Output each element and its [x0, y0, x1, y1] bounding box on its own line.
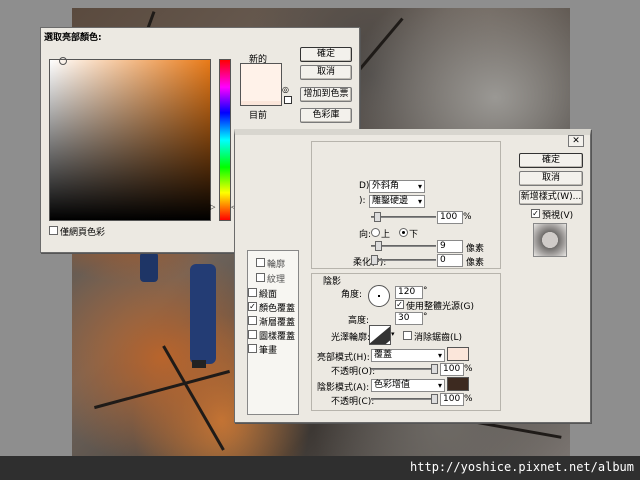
shadow-opacity-label: 不透明(C):: [331, 397, 375, 407]
highlight-opacity-label: 不透明(O):: [331, 367, 376, 377]
styles-item-label: 緞面: [259, 290, 278, 300]
size-field[interactable]: 9: [437, 240, 463, 253]
highlight-mode-select[interactable]: 覆蓋: [371, 349, 445, 362]
styles-item-label: 圖樣覆蓋: [259, 332, 296, 342]
color-field[interactable]: [49, 57, 211, 221]
style-select[interactable]: 外斜角: [369, 180, 425, 193]
style-preview-thumbnail: [533, 223, 567, 257]
direction-down-radio[interactable]: [399, 228, 408, 237]
color-libraries-button[interactable]: 色彩庫: [300, 108, 352, 123]
layer-style-cancel-button[interactable]: 取消: [519, 171, 583, 186]
anti-alias-checkbox[interactable]: [403, 331, 412, 340]
styles-item-label: 漸層覆蓋: [259, 318, 296, 328]
shadow-mode-select[interactable]: 色彩增值: [371, 379, 445, 392]
angle-label: 角度:: [341, 290, 363, 300]
styles-item-label: 紋理: [267, 275, 286, 285]
soften-label: 柔化(F):: [353, 258, 387, 268]
soften-field[interactable]: 0: [437, 254, 463, 267]
angle-dial[interactable]: [368, 285, 390, 307]
watermark-url: http://yoshice.pixnet.net/album: [410, 460, 634, 474]
soften-slider-thumb[interactable]: [371, 255, 378, 265]
shading-title: 陰影: [323, 277, 342, 287]
layer-style-ok-button[interactable]: 確定: [519, 153, 583, 168]
direction-up-label: 上: [381, 230, 391, 240]
direction-up-radio[interactable]: [371, 228, 380, 237]
soften-slider[interactable]: [371, 259, 436, 261]
global-light-checkbox[interactable]: ✓: [395, 300, 404, 309]
global-light-label: 使用整體光源(G): [406, 302, 474, 312]
altitude-label: 高度:: [348, 316, 370, 326]
web-safe-icon[interactable]: [284, 96, 292, 104]
color-picker-title: 選取亮部顏色:: [44, 33, 102, 43]
climber-legs: [140, 252, 158, 282]
gamut-warning-icon[interactable]: ◎: [282, 85, 289, 94]
new-style-button[interactable]: 新增樣式(W)...: [519, 190, 583, 205]
close-icon[interactable]: ✕: [568, 135, 584, 147]
angle-field[interactable]: 120: [395, 286, 423, 299]
styles-item-checkbox[interactable]: [256, 258, 265, 267]
technique-select[interactable]: 雕鑿硬邊: [369, 195, 425, 208]
web-only-label: 僅網頁色彩: [60, 228, 106, 238]
styles-item-checkbox[interactable]: [256, 273, 265, 282]
climber-body: [190, 264, 216, 364]
highlight-mode-label: 亮部模式(H):: [317, 353, 370, 363]
highlight-opacity-slider[interactable]: [371, 368, 436, 370]
add-to-swatches-button[interactable]: 增加到色票: [300, 87, 352, 102]
picker-ok-button[interactable]: 確定: [300, 47, 352, 62]
direction-down-label: 下: [409, 230, 419, 240]
anti-alias-label: 消除鋸齒(L): [414, 333, 463, 343]
shadow-opacity-field[interactable]: 100: [440, 393, 464, 406]
highlight-color-swatch[interactable]: [447, 347, 469, 361]
contour-shape: [370, 326, 390, 344]
web-only-checkbox[interactable]: [49, 226, 58, 235]
shadow-opacity-slider[interactable]: [371, 398, 436, 400]
gloss-contour-preview[interactable]: [369, 325, 391, 345]
preview-label: 預視(V): [542, 211, 574, 221]
size-slider-thumb[interactable]: [375, 241, 382, 251]
depth-unit: %: [463, 212, 472, 222]
hue-slider-left-arrow[interactable]: ▷: [210, 203, 215, 211]
layer-style-dialog: ✕ 輪廓 紋理 緞面 ✓ 顏色覆蓋 漸層覆蓋 圖樣覆蓋 筆畫 D): 外斜角 ▾…: [234, 129, 591, 423]
styles-list: 輪廓 紋理 緞面 ✓ 顏色覆蓋 漸層覆蓋 圖樣覆蓋 筆畫: [247, 250, 299, 415]
altitude-field[interactable]: 30: [395, 312, 423, 325]
styles-item-checkbox[interactable]: [248, 288, 257, 297]
shadow-color-swatch[interactable]: [447, 377, 469, 391]
angle-dial-center: [378, 295, 380, 297]
styles-item-checkbox[interactable]: [248, 316, 257, 325]
highlight-opacity-field[interactable]: 100: [440, 363, 464, 376]
watermark-bar: http://yoshice.pixnet.net/album: [0, 456, 640, 480]
size-unit: 像素: [466, 244, 485, 254]
highlight-opacity-unit: %: [464, 364, 473, 374]
gloss-contour-dropdown-icon[interactable]: ▾: [391, 330, 395, 338]
picker-cancel-button[interactable]: 取消: [300, 65, 352, 80]
soften-unit: 像素: [466, 258, 485, 268]
direction-label: 向:: [359, 230, 372, 240]
highlight-opacity-thumb[interactable]: [431, 364, 438, 374]
styles-item-checkbox[interactable]: ✓: [248, 302, 257, 311]
styles-item-label: 筆畫: [259, 346, 278, 356]
angle-unit: °: [423, 286, 428, 296]
climber-shoe: [192, 360, 206, 368]
shadow-mode-label: 陰影模式(A):: [317, 383, 370, 393]
styles-item-checkbox[interactable]: [248, 344, 257, 353]
current-color-label: 目前: [249, 111, 268, 121]
shadow-opacity-thumb[interactable]: [431, 394, 438, 404]
styles-item-label: 顏色覆蓋: [259, 304, 296, 314]
color-field-picker-ring[interactable]: [59, 57, 67, 65]
depth-slider-thumb[interactable]: [374, 212, 381, 222]
preview-checkbox[interactable]: ✓: [531, 209, 540, 218]
gloss-contour-label: 光澤輪廓:: [331, 333, 371, 343]
new-color-swatch: [240, 63, 282, 102]
shadow-opacity-unit: %: [464, 394, 473, 404]
hue-slider[interactable]: [219, 59, 231, 221]
current-color-swatch[interactable]: [240, 101, 282, 106]
altitude-unit: °: [423, 312, 428, 322]
technique-label: ):: [359, 196, 366, 206]
styles-item-checkbox[interactable]: [248, 330, 257, 339]
depth-field[interactable]: 100: [437, 211, 463, 224]
styles-item-label: 輪廓: [267, 260, 286, 270]
